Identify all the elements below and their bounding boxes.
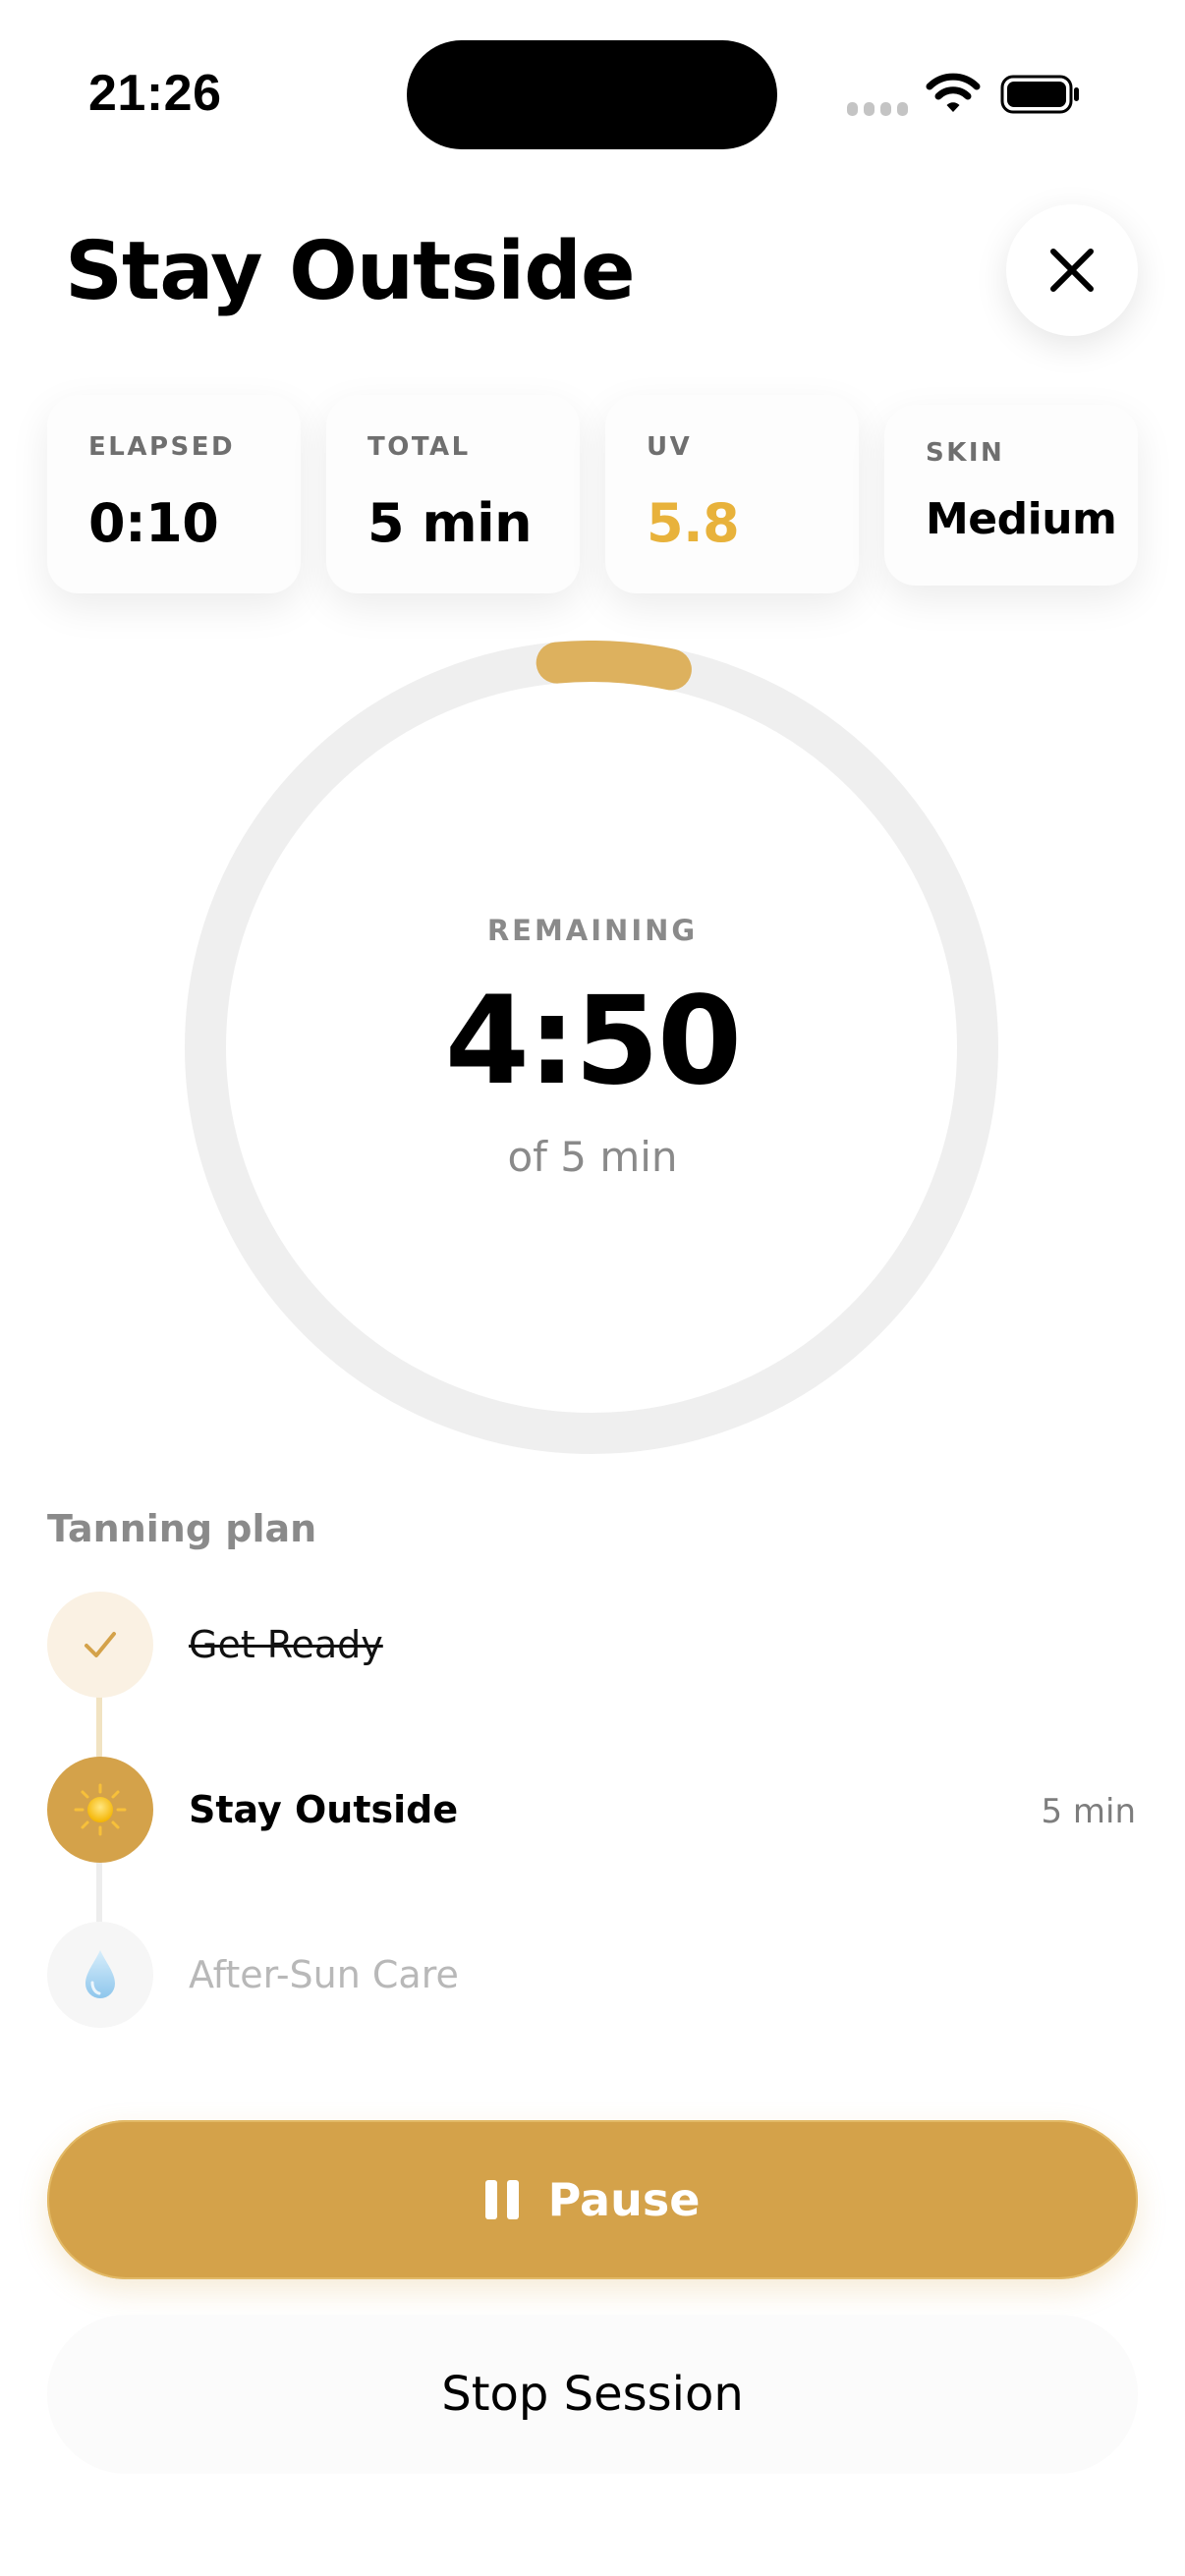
- checkmark-icon: [85, 1632, 116, 1657]
- dynamic-island: [407, 40, 777, 149]
- uv-stat-card: UV 5.8: [605, 395, 859, 593]
- stat-label: SKIN: [926, 438, 1005, 468]
- step-active-indicator: [47, 1757, 153, 1863]
- close-icon: [1050, 249, 1094, 292]
- remaining-label: REMAINING: [486, 914, 699, 947]
- water-drop-icon: [85, 1950, 115, 1998]
- stop-session-button[interactable]: Stop Session: [47, 2315, 1138, 2474]
- stop-session-label: Stop Session: [441, 2367, 744, 2422]
- step-label-get-ready: Get Ready: [189, 1623, 383, 1666]
- plan-heading: Tanning plan: [47, 1507, 317, 1550]
- pause-icon: [484, 2180, 519, 2219]
- cellular-signal-icon: [847, 102, 908, 116]
- stat-value: 5 min: [367, 492, 533, 554]
- step-connector: [96, 1859, 102, 1924]
- uv-value: 5.8: [647, 492, 740, 554]
- step-connector: [96, 1694, 102, 1759]
- step-label-stay-outside: Stay Outside: [189, 1788, 459, 1831]
- total-stat-card: TOTAL 5 min: [326, 395, 580, 593]
- step-duration: 5 min: [1041, 1792, 1136, 1831]
- pause-button[interactable]: Pause: [47, 2120, 1138, 2279]
- battery-icon: [1000, 75, 1081, 114]
- skin-stat-card: SKIN Medium: [884, 405, 1138, 586]
- status-bar-time: 21:26: [88, 65, 222, 122]
- elapsed-stat-card: ELAPSED 0:10: [47, 395, 301, 593]
- stat-label: ELAPSED: [88, 432, 236, 462]
- stat-label: UV: [647, 432, 693, 462]
- pause-button-label: Pause: [547, 2173, 701, 2226]
- step-done-indicator: [47, 1592, 153, 1698]
- step-upcoming-indicator: [47, 1922, 153, 2028]
- stat-value: Medium: [926, 494, 1117, 544]
- remaining-time: 4:50: [444, 971, 742, 1112]
- step-label-after-sun-care: After-Sun Care: [189, 1953, 459, 1996]
- close-button[interactable]: [1006, 204, 1138, 336]
- progress-ring-arc: [536, 641, 692, 691]
- wifi-icon: [926, 71, 981, 114]
- total-duration-subtitle: of 5 min: [507, 1133, 678, 1181]
- stat-label: TOTAL: [367, 432, 471, 462]
- page-title: Stay Outside: [65, 225, 636, 318]
- stat-value: 0:10: [88, 492, 219, 554]
- sun-icon: [74, 1783, 127, 1836]
